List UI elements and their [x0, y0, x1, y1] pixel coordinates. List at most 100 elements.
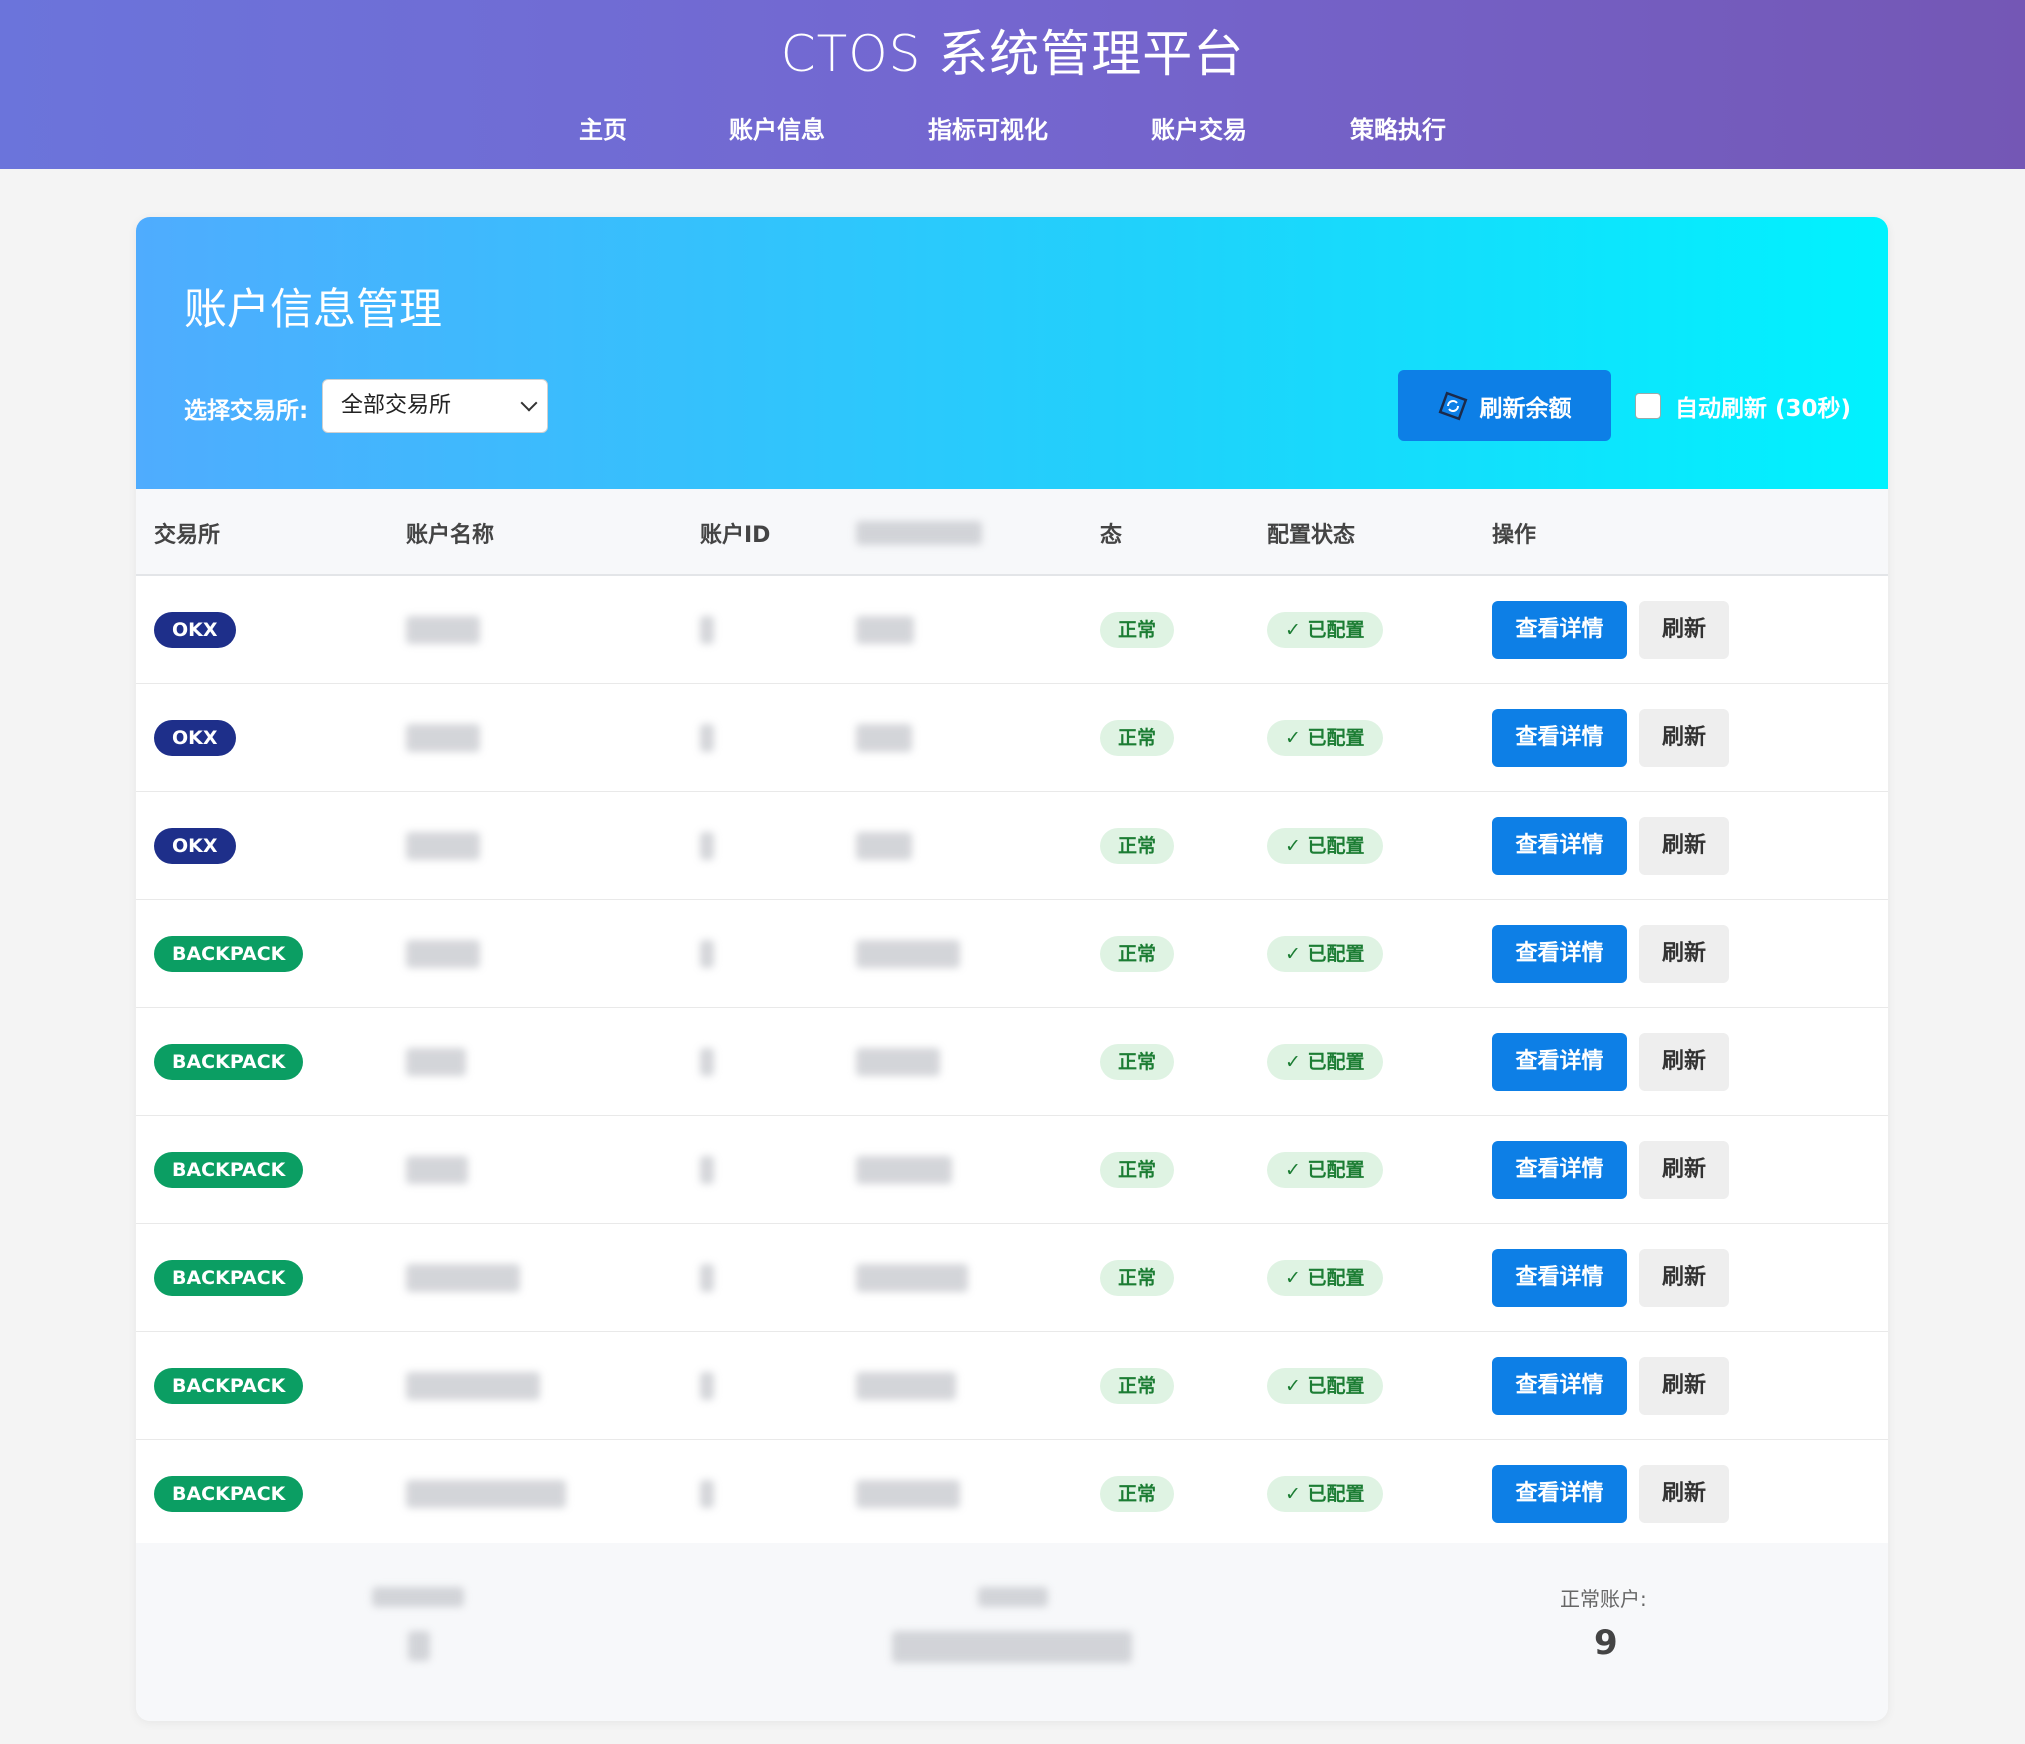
th-actions: 操作: [1492, 523, 1537, 548]
config-status-badge: ✓ 已配置: [1267, 828, 1383, 864]
account-info-card: 账户信息管理 选择交易所: 全部交易所 刷新余额 自动刷新 (30秒) 交易所 …: [136, 217, 1888, 1721]
table-row: OKX 正常 ✓ 已配置 查看详情 刷新: [136, 576, 1888, 684]
th-status: 态: [1100, 523, 1123, 548]
exchange-badge: BACKPACK: [154, 1368, 304, 1404]
summary-footer: 正常账户: 9: [136, 1543, 1888, 1721]
nav-strategy-execution[interactable]: 策略执行: [1350, 110, 1446, 145]
nav-account-trading[interactable]: 账户交易: [1151, 110, 1247, 145]
exchange-badge: OKX: [154, 828, 236, 864]
nav-indicator-visualization[interactable]: 指标可视化: [928, 110, 1048, 145]
balance-redacted: [856, 616, 914, 644]
exchange-badge: OKX: [154, 720, 236, 756]
exchange-badge: BACKPACK: [154, 1260, 304, 1296]
view-details-button[interactable]: 查看详情: [1492, 817, 1627, 875]
balance-redacted: [856, 1264, 968, 1292]
account-id-redacted: [700, 1480, 714, 1508]
config-status-badge: ✓ 已配置: [1267, 1152, 1383, 1188]
account-name-redacted: [406, 1048, 466, 1076]
status-badge: 正常: [1100, 720, 1175, 756]
account-id-redacted: [700, 724, 714, 752]
summary-total-balance-value-redacted: [892, 1631, 1132, 1663]
main-nav: 主页 账户信息 指标可视化 账户交易 策略执行: [0, 110, 2025, 146]
card-header: 账户信息管理 选择交易所: 全部交易所 刷新余额 自动刷新 (30秒): [136, 217, 1888, 489]
table-row: BACKPACK 正常 ✓ 已配置 查看详情 刷新: [136, 900, 1888, 1008]
auto-refresh-label: 自动刷新 (30秒): [1675, 396, 1852, 422]
row-refresh-button[interactable]: 刷新: [1639, 601, 1729, 659]
config-status-badge: ✓ 已配置: [1267, 1368, 1383, 1404]
th-exchange: 交易所: [154, 523, 221, 548]
account-name-redacted: [406, 832, 480, 860]
view-details-button[interactable]: 查看详情: [1492, 1357, 1627, 1415]
account-name-redacted: [406, 1264, 520, 1292]
status-badge: 正常: [1100, 1260, 1175, 1296]
nav-home[interactable]: 主页: [579, 110, 627, 145]
exchange-select-value: 全部交易所: [341, 393, 452, 418]
view-details-button[interactable]: 查看详情: [1492, 1249, 1627, 1307]
status-badge: 正常: [1100, 1044, 1175, 1080]
exchange-badge: OKX: [154, 612, 236, 648]
account-name-redacted: [406, 1372, 540, 1400]
table-row: BACKPACK 正常 ✓ 已配置 查看详情 刷新: [136, 1332, 1888, 1440]
app-title: CTOS 系统管理平台: [780, 25, 1245, 83]
nav-account-info[interactable]: 账户信息: [729, 110, 825, 145]
balance-redacted: [856, 1156, 952, 1184]
table-row: BACKPACK 正常 ✓ 已配置 查看详情 刷新: [136, 1224, 1888, 1332]
account-id-redacted: [700, 1264, 714, 1292]
view-details-button[interactable]: 查看详情: [1492, 1033, 1627, 1091]
account-id-redacted: [700, 940, 714, 968]
refresh-balance-button[interactable]: 刷新余额: [1398, 370, 1611, 441]
view-details-button[interactable]: 查看详情: [1492, 1141, 1627, 1199]
row-refresh-button[interactable]: 刷新: [1639, 925, 1729, 983]
exchange-badge: BACKPACK: [154, 936, 304, 972]
view-details-button[interactable]: 查看详情: [1492, 925, 1627, 983]
th-account-id: 账户ID: [700, 523, 771, 548]
account-id-redacted: [700, 1156, 714, 1184]
row-refresh-button[interactable]: 刷新: [1639, 709, 1729, 767]
status-badge: 正常: [1100, 828, 1175, 864]
table-row: BACKPACK 正常 ✓ 已配置 查看详情 刷新: [136, 1440, 1888, 1548]
summary-normal-accounts-value: 9: [1594, 1623, 1618, 1663]
view-details-button[interactable]: 查看详情: [1492, 709, 1627, 767]
balance-redacted: [856, 724, 912, 752]
summary-total-accounts-value-redacted: [408, 1631, 430, 1661]
config-status-badge: ✓ 已配置: [1267, 720, 1383, 756]
row-refresh-button[interactable]: 刷新: [1639, 1249, 1729, 1307]
row-refresh-button[interactable]: 刷新: [1639, 1465, 1729, 1523]
row-refresh-button[interactable]: 刷新: [1639, 1357, 1729, 1415]
auto-refresh-checkbox[interactable]: [1635, 393, 1661, 419]
balance-redacted: [856, 1048, 940, 1076]
exchange-badge: BACKPACK: [154, 1044, 304, 1080]
refresh-balance-label: 刷新余额: [1479, 395, 1572, 422]
row-refresh-button[interactable]: 刷新: [1639, 817, 1729, 875]
view-details-button[interactable]: 查看详情: [1492, 601, 1627, 659]
exchange-select[interactable]: 全部交易所: [322, 379, 548, 433]
view-details-button[interactable]: 查看详情: [1492, 1465, 1627, 1523]
account-name-redacted: [406, 724, 480, 752]
config-status-badge: ✓ 已配置: [1267, 936, 1383, 972]
account-id-redacted: [700, 1048, 714, 1076]
page-title: 账户信息管理: [184, 285, 442, 335]
auto-refresh-toggle[interactable]: 自动刷新 (30秒): [1635, 389, 1851, 423]
account-id-redacted: [700, 832, 714, 860]
row-refresh-button[interactable]: 刷新: [1639, 1141, 1729, 1199]
status-badge: 正常: [1100, 612, 1175, 648]
row-refresh-button[interactable]: 刷新: [1639, 1033, 1729, 1091]
th-config-status: 配置状态: [1267, 523, 1356, 548]
exchange-badge: BACKPACK: [154, 1476, 304, 1512]
status-badge: 正常: [1100, 936, 1175, 972]
summary-total-balance-label-redacted: [978, 1587, 1048, 1607]
balance-redacted: [856, 832, 912, 860]
summary-total-accounts-label-redacted: [372, 1587, 464, 1607]
config-status-badge: ✓ 已配置: [1267, 1260, 1383, 1296]
account-name-redacted: [406, 1480, 566, 1508]
table-row: OKX 正常 ✓ 已配置 查看详情 刷新: [136, 684, 1888, 792]
th-account-name: 账户名称: [406, 523, 495, 548]
account-name-redacted: [406, 1156, 468, 1184]
config-status-badge: ✓ 已配置: [1267, 612, 1383, 648]
status-badge: 正常: [1100, 1368, 1175, 1404]
exchange-badge: BACKPACK: [154, 1152, 304, 1188]
table-header: 交易所 账户名称 账户ID 态 配置状态 操作: [136, 489, 1888, 576]
balance-redacted: [856, 1372, 956, 1400]
table-row: BACKPACK 正常 ✓ 已配置 查看详情 刷新: [136, 1116, 1888, 1224]
table-row: OKX 正常 ✓ 已配置 查看详情 刷新: [136, 792, 1888, 900]
